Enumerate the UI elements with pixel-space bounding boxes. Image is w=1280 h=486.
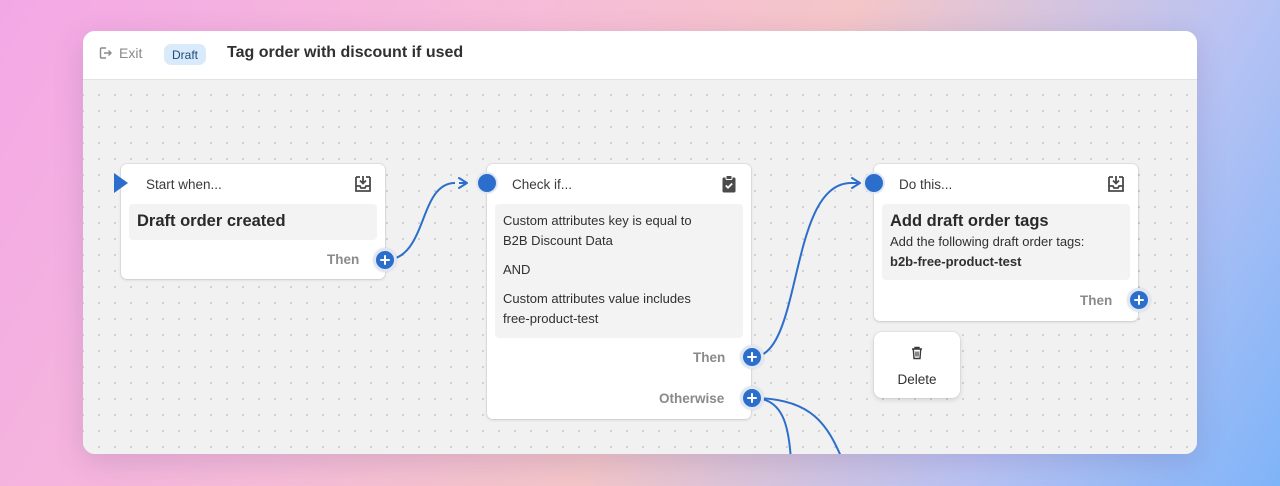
delete-label: Delete — [897, 372, 937, 387]
condition-rule-1-line-2: B2B Discount Data — [503, 233, 613, 248]
action-then-label: Then — [1080, 293, 1113, 308]
download-tray-icon — [353, 174, 373, 199]
workflow-editor-window: Exit Draft Tag order with discount if us… — [83, 31, 1197, 454]
page-title: Tag order with discount if used — [227, 44, 464, 61]
condition-node-header: Check if... — [487, 164, 751, 204]
trigger-node[interactable]: Start when... Draft order created Then — [121, 164, 385, 279]
exit-button[interactable]: Exit — [97, 45, 142, 61]
condition-node[interactable]: Check if... Custom attributes key is equ… — [487, 164, 751, 419]
action-description: Add the following draft order tags: — [890, 234, 1085, 249]
trigger-add-step-button[interactable] — [373, 248, 397, 272]
action-node[interactable]: Do this... Add draft order tags Add the … — [874, 164, 1138, 321]
exit-icon — [99, 47, 112, 59]
trigger-summary: Draft order created — [129, 204, 377, 240]
condition-then-add-button[interactable] — [740, 345, 764, 369]
status-badge: Draft — [164, 44, 207, 65]
download-tray-icon — [1106, 174, 1126, 199]
action-title: Add draft order tags — [890, 212, 1049, 230]
trash-icon — [912, 346, 922, 360]
condition-otherwise-label: Otherwise — [659, 391, 725, 406]
trigger-header-label: Start when... — [146, 177, 222, 192]
top-bar: Exit Draft Tag order with discount if us… — [83, 31, 1197, 80]
trigger-node-header: Start when... — [121, 164, 385, 204]
action-input-handle[interactable] — [863, 172, 885, 194]
condition-rule-1-line-1: Custom attributes key is equal to — [503, 213, 692, 228]
condition-rule-2-line-2: free-product-test — [503, 311, 599, 326]
exit-label: Exit — [119, 45, 143, 61]
action-node-header: Do this... — [874, 164, 1138, 204]
condition-summary: Custom attributes key is equal to B2B Di… — [495, 204, 743, 338]
action-tag-value: b2b-free-product-test — [890, 254, 1022, 269]
clipboard-check-icon — [719, 174, 739, 199]
start-marker-icon — [114, 173, 128, 193]
delete-button[interactable]: Delete — [874, 332, 960, 398]
condition-operator: AND — [503, 262, 531, 277]
condition-then-label: Then — [693, 350, 726, 365]
action-header-label: Do this... — [899, 177, 953, 192]
condition-rule-2-line-1: Custom attributes value includes — [503, 291, 691, 306]
action-summary: Add draft order tags Add the following d… — [882, 204, 1130, 280]
condition-header-label: Check if... — [512, 177, 573, 192]
trigger-title: Draft order created — [137, 212, 286, 230]
action-add-step-button[interactable] — [1127, 288, 1151, 312]
condition-input-handle[interactable] — [476, 172, 498, 194]
condition-otherwise-add-button[interactable] — [740, 386, 764, 410]
trigger-then-label: Then — [327, 252, 360, 267]
